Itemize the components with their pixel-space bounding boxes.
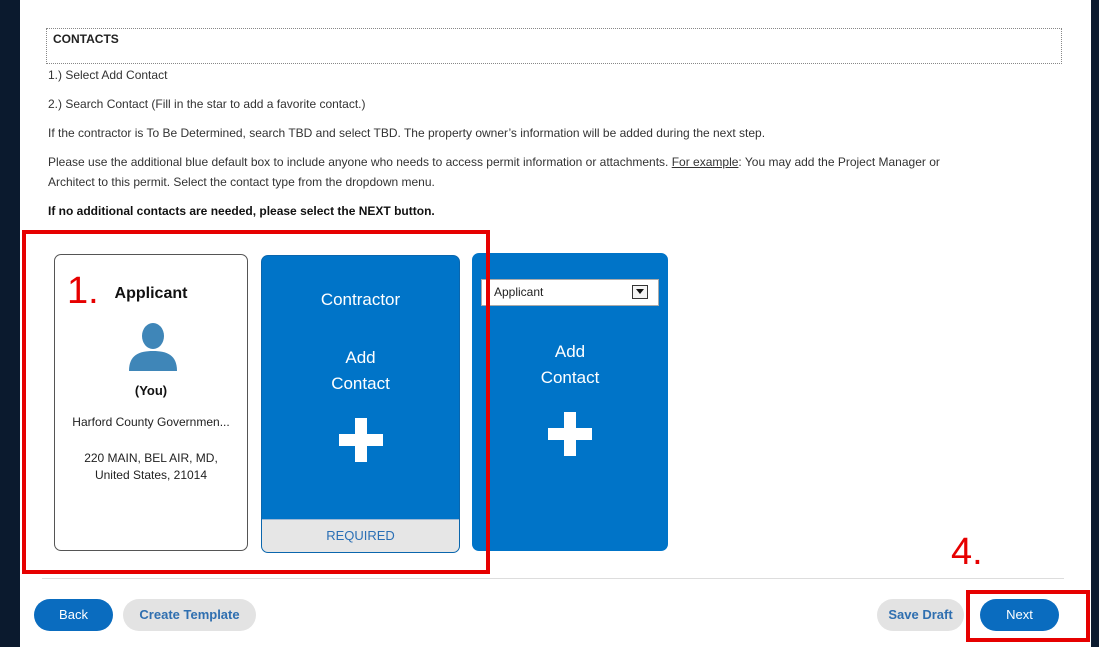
contact-type-select[interactable]: Applicant [481,279,659,306]
back-button[interactable]: Back [34,599,113,631]
save-draft-button[interactable]: Save Draft [877,599,964,631]
footer-divider [42,578,1064,579]
instruction-next-note: If no additional contacts are needed, pl… [48,204,435,218]
instruction-extra-text: Please use the additional blue default b… [48,155,672,169]
add-extra-contact-card[interactable]: Applicant Add Contact [472,253,668,551]
chevron-down-icon [632,285,648,299]
contact-type-selected: Applicant [494,285,544,299]
contacts-panel: CONTACTS 1.) Select Add Contact 2.) Sear… [20,0,1091,647]
instruction-extra-line2: Architect to this permit. Select the con… [48,175,435,189]
create-template-button[interactable]: Create Template [123,599,256,631]
instruction-step2: 2.) Search Contact (Fill in the star to … [48,97,366,111]
instruction-extra-line1: Please use the additional blue default b… [48,155,940,169]
annotation-box-step4 [966,590,1090,642]
instruction-step1: 1.) Select Add Contact [48,68,168,82]
annotation-label-step4: 4. [951,531,983,573]
plus-icon [548,412,592,456]
instruction-extra-text-post: : You may add the Project Manager or [738,155,940,169]
section-title: CONTACTS [53,32,119,46]
annotation-label-step1: 1. [67,270,99,312]
add-label-line1: Add [554,342,586,361]
instruction-example-link: For example [671,155,739,169]
instruction-tbd: If the contractor is To Be Determined, s… [48,126,766,140]
add-label-line2: Contact [540,368,600,387]
section-header: CONTACTS [46,28,1062,64]
